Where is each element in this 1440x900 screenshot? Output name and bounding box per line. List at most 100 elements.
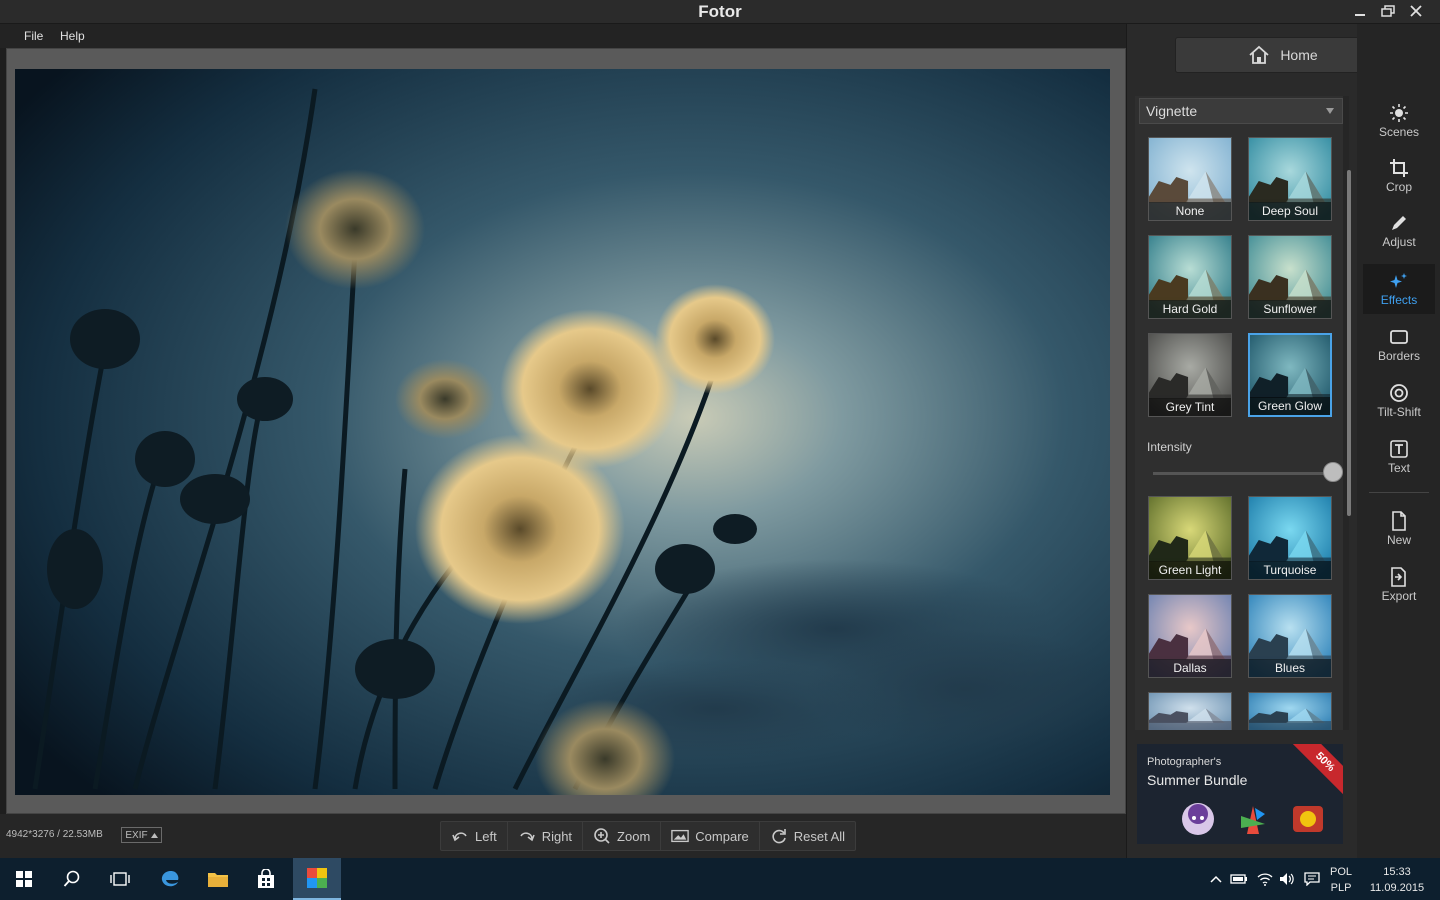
task-view-button[interactable] bbox=[96, 858, 144, 900]
maximize-button[interactable] bbox=[1374, 0, 1402, 22]
exif-button[interactable]: EXIF bbox=[121, 827, 162, 843]
effect-thumbnail-sunflower[interactable]: Sunflower bbox=[1248, 235, 1332, 319]
effects-scrollbar-thumb[interactable] bbox=[1347, 170, 1351, 516]
network-status[interactable] bbox=[1255, 858, 1275, 900]
effect-label: Blues bbox=[1249, 659, 1331, 677]
reset-all-button[interactable]: Reset All bbox=[760, 822, 855, 850]
effect-label: Deep Soul bbox=[1249, 202, 1331, 220]
intensity-slider-knob[interactable] bbox=[1323, 462, 1343, 482]
effect-thumbnail-hard-gold[interactable]: Hard Gold bbox=[1148, 235, 1232, 319]
effect-thumbnail-turquoise[interactable]: Turquoise bbox=[1248, 496, 1332, 580]
effect-thumbnail-green-light[interactable]: Green Light bbox=[1148, 496, 1232, 580]
nav-crop-label: Crop bbox=[1385, 180, 1412, 194]
close-button[interactable] bbox=[1402, 0, 1430, 22]
nav-crop[interactable]: Crop bbox=[1363, 151, 1435, 201]
edited-photo[interactable] bbox=[15, 69, 1110, 795]
nav-borders[interactable]: Borders bbox=[1363, 320, 1435, 370]
effect-thumbnail-dallas[interactable]: Dallas bbox=[1148, 594, 1232, 678]
edge-browser-button[interactable] bbox=[146, 858, 194, 900]
message-icon bbox=[1304, 872, 1320, 886]
reset-icon bbox=[772, 829, 786, 844]
compare-icon bbox=[671, 829, 690, 843]
restore-icon bbox=[1381, 5, 1395, 17]
nav-scenes[interactable]: Scenes bbox=[1363, 96, 1435, 146]
intensity-slider-track[interactable] bbox=[1153, 472, 1333, 475]
nav-export[interactable]: Export bbox=[1363, 560, 1435, 610]
effect-label: Sunflower bbox=[1249, 300, 1331, 318]
effect-label: Turquoise bbox=[1249, 561, 1331, 579]
promo-banner[interactable]: Photographer's Summer Bundle 50% bbox=[1137, 744, 1343, 844]
effect-thumbnail-partial[interactable] bbox=[1148, 692, 1232, 730]
clock-date: 11.09.2015 bbox=[1369, 882, 1425, 894]
nav-effects[interactable]: Effects bbox=[1363, 264, 1435, 314]
chevron-up-icon bbox=[1210, 875, 1222, 883]
store-bag-icon bbox=[258, 869, 274, 888]
effect-thumbnail-deep-soul[interactable]: Deep Soul bbox=[1248, 137, 1332, 221]
effect-thumbnail-blues[interactable]: Blues bbox=[1248, 594, 1332, 678]
effect-category-dropdown[interactable]: Vignette bbox=[1139, 98, 1343, 124]
nav-adjust-label: Adjust bbox=[1382, 235, 1416, 249]
language-code: POL bbox=[1330, 866, 1353, 878]
rotate-left-label: Left bbox=[475, 828, 497, 844]
rotate-right-button[interactable]: Right bbox=[508, 822, 584, 850]
volume-control[interactable] bbox=[1277, 858, 1297, 900]
nav-new[interactable]: New bbox=[1363, 504, 1435, 554]
store-button[interactable] bbox=[242, 858, 290, 900]
nav-borders-label: Borders bbox=[1377, 349, 1421, 363]
battery-status[interactable] bbox=[1229, 858, 1249, 900]
action-center-button[interactable] bbox=[1302, 858, 1322, 900]
menu-bar: File Help bbox=[0, 24, 1126, 48]
file-info: 4942*3276 / 22.53MB bbox=[6, 829, 103, 840]
start-button[interactable] bbox=[0, 858, 48, 900]
nav-effects-label: Effects bbox=[1380, 293, 1418, 307]
fotor-taskbar-button[interactable] bbox=[293, 858, 341, 900]
text-icon bbox=[1390, 440, 1408, 458]
effect-thumbnail-partial[interactable] bbox=[1248, 692, 1332, 730]
effect-label: Green Light bbox=[1149, 561, 1231, 579]
effect-category-value: Vignette bbox=[1146, 103, 1198, 119]
effect-thumbnail-grey-tint[interactable]: Grey Tint bbox=[1148, 333, 1232, 417]
zoom-button[interactable]: Zoom bbox=[583, 822, 662, 850]
rotate-left-button[interactable]: Left bbox=[441, 822, 508, 850]
side-nav: Scenes Crop Adjust Effects Borders Tilt-… bbox=[1357, 24, 1440, 858]
target-icon bbox=[1390, 384, 1408, 402]
file-explorer-button[interactable] bbox=[194, 858, 242, 900]
compare-button[interactable]: Compare bbox=[661, 822, 760, 850]
input-language-indicator[interactable]: POL PLP bbox=[1330, 864, 1352, 896]
minimize-button[interactable] bbox=[1346, 0, 1374, 22]
system-clock[interactable]: 15:33 11.09.2015 bbox=[1366, 864, 1428, 896]
effect-thumbnail-none[interactable]: None bbox=[1148, 137, 1232, 221]
effect-thumbnail-green-glow[interactable]: Green Glow bbox=[1248, 333, 1332, 417]
rotate-left-icon bbox=[452, 832, 467, 842]
new-file-icon bbox=[1392, 511, 1406, 531]
status-bar: 4942*3276 / 22.53MB EXIF Left Right Zoom… bbox=[0, 814, 1126, 858]
nav-tilt-shift[interactable]: Tilt-Shift bbox=[1363, 376, 1435, 426]
crop-icon bbox=[1390, 159, 1408, 177]
effect-label: Grey Tint bbox=[1149, 398, 1231, 416]
tray-expand-button[interactable] bbox=[1206, 858, 1226, 900]
compare-label: Compare bbox=[695, 828, 749, 844]
rotate-right-label: Right bbox=[541, 828, 573, 844]
speaker-icon bbox=[1280, 873, 1294, 885]
battery-icon bbox=[1230, 874, 1247, 884]
menu-file[interactable]: File bbox=[24, 29, 43, 43]
nav-adjust[interactable]: Adjust bbox=[1363, 206, 1435, 256]
taskbar: POL PLP 15:33 11.09.2015 bbox=[0, 858, 1440, 900]
fotor-app-icon bbox=[307, 868, 327, 888]
nav-text[interactable]: Text bbox=[1363, 432, 1435, 482]
menu-help[interactable]: Help bbox=[60, 29, 85, 43]
minimize-icon bbox=[1355, 14, 1365, 16]
export-icon bbox=[1391, 567, 1406, 587]
canvas-area bbox=[6, 48, 1126, 814]
clock-time: 15:33 bbox=[1383, 866, 1411, 878]
dropdown-arrow-icon bbox=[1326, 108, 1334, 114]
nav-new-label: New bbox=[1386, 533, 1411, 547]
search-taskbar-button[interactable] bbox=[48, 858, 96, 900]
discount-badge: 50% bbox=[1289, 744, 1343, 798]
nav-scenes-label: Scenes bbox=[1378, 125, 1420, 139]
dandelion-photo-image bbox=[15, 69, 1110, 795]
window-title: Fotor bbox=[698, 2, 742, 21]
right-panel: Home Vignette None Deep Soul Hard Gold Sunf… bbox=[1126, 24, 1440, 858]
close-icon bbox=[1410, 5, 1422, 17]
edge-browser-icon bbox=[161, 870, 179, 887]
